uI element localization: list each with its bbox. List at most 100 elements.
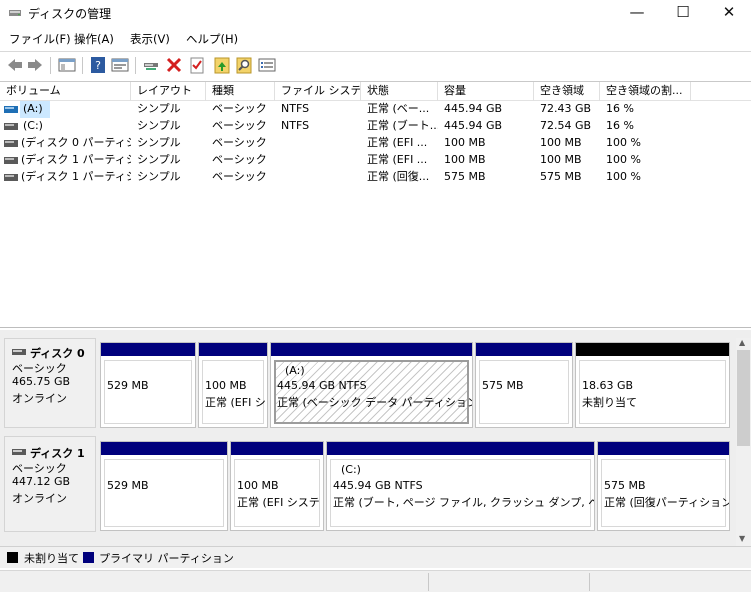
volume-icon [4, 106, 18, 113]
partition-disk0-4[interactable]: 575 MB [475, 342, 573, 428]
table-row[interactable]: (C:) シンプル ベーシック NTFS 正常 (ブート... 445.94 G… [0, 118, 751, 135]
partition-disk1-c[interactable]: (C:) 445.94 GB NTFS 正常 (ブート, ページ ファイル, ク… [326, 441, 595, 531]
disk-icon [12, 449, 26, 455]
partition-status: 正常 (回復パーティション) [604, 496, 730, 509]
partition-status: 未割り当て [582, 396, 637, 409]
scroll-up-icon[interactable]: ▲ [739, 338, 745, 347]
cell-status: 正常 (ブート... [367, 119, 438, 132]
menu-file[interactable]: ファイル(F) [9, 31, 71, 47]
svg-text:?: ? [95, 59, 101, 72]
column-type[interactable]: 種類 [206, 82, 275, 101]
title-bar: ディスクの管理 — ☐ ✕ [0, 0, 751, 26]
disk-0-name: ディスク 0 [30, 347, 85, 360]
column-free-space[interactable]: 空き領域 [534, 82, 600, 101]
table-row[interactable]: (ディスク 1 パーティシ... シンプル ベーシック 正常 (EFI ... … [0, 152, 751, 169]
partition-disk1-2[interactable]: 100 MB 正常 (EFI システ [230, 441, 324, 531]
column-layout[interactable]: レイアウト [131, 82, 206, 101]
partition-size: 445.94 GB NTFS [277, 379, 367, 392]
import-icon[interactable] [213, 56, 231, 74]
disk-1-size: 447.12 GB [12, 475, 71, 488]
disk-1-type: ベーシック [12, 462, 67, 475]
cell-capacity: 575 MB [444, 170, 486, 183]
unallocated-swatch [7, 552, 18, 563]
partition-size: 445.94 GB NTFS [333, 479, 423, 492]
partition-disk1-4[interactable]: 575 MB 正常 (回復パーティション) [597, 441, 730, 531]
minimize-button[interactable]: — [614, 0, 660, 26]
disk-graphical-view: ディスク 0 ベーシック 465.75 GB オンライン 529 MB 100 … [0, 330, 751, 546]
disk-1-name: ディスク 1 [30, 447, 85, 460]
cell-free-percent: 100 % [606, 153, 641, 166]
cell-type: ベーシック [212, 153, 267, 166]
column-free-percent[interactable]: 空き領域の割... [600, 82, 691, 101]
cell-filesystem [275, 135, 361, 152]
cell-free-space: 72.43 GB [540, 102, 592, 115]
volume-icon [4, 157, 18, 164]
cell-capacity: 100 MB [444, 136, 486, 149]
column-status[interactable]: 状態 [361, 82, 438, 101]
menu-help[interactable]: ヘルプ(H) [186, 31, 238, 47]
partition-disk0-1[interactable]: 529 MB [100, 342, 196, 428]
primary-partition-bar [598, 442, 729, 455]
back-icon[interactable] [6, 56, 24, 74]
volume-icon [4, 174, 18, 181]
cell-status: 正常 (EFI ... [367, 136, 428, 149]
partition-status: 正常 (EFI システ [237, 496, 320, 509]
column-capacity[interactable]: 容量 [438, 82, 534, 101]
scrollbar-thumb[interactable] [737, 350, 750, 446]
unallocated-space[interactable]: 18.63 GB 未割り当て [575, 342, 730, 428]
close-button[interactable]: ✕ [706, 0, 751, 26]
menu-action[interactable]: 操作(A) [74, 31, 114, 47]
cell-volume: (ディスク 1 パーティシ... [21, 153, 131, 166]
menu-bar: ファイル(F) 操作(A) 表示(V) ヘルプ(H) [0, 28, 751, 50]
maximize-button[interactable]: ☐ [660, 0, 706, 26]
checkmark-icon[interactable] [188, 56, 206, 74]
cell-layout: シンプル [137, 170, 181, 183]
list-icon[interactable] [258, 56, 276, 74]
cell-free-space: 575 MB [540, 170, 582, 183]
cell-type: ベーシック [212, 119, 267, 132]
cell-volume: (ディスク 1 パーティシ... [21, 170, 131, 183]
partition-size: 529 MB [107, 379, 149, 392]
connect-icon[interactable] [142, 56, 160, 74]
toolbar-separator [50, 57, 51, 74]
vertical-scrollbar[interactable]: ▲ ▼ [736, 338, 751, 546]
legend: 未割り当て プライマリ パーティション [0, 546, 751, 568]
primary-partition-bar [101, 343, 195, 356]
primary-swatch [83, 552, 94, 563]
console-tree-icon[interactable] [58, 56, 76, 74]
column-volume[interactable]: ボリューム [0, 82, 131, 101]
help-icon[interactable]: ? [89, 56, 107, 74]
partition-disk1-1[interactable]: 529 MB [100, 441, 228, 531]
cell-free-percent: 16 % [606, 119, 634, 132]
cell-type: ベーシック [212, 102, 267, 115]
menu-view[interactable]: 表示(V) [130, 31, 170, 47]
properties-icon[interactable] [111, 56, 129, 74]
volume-icon [4, 123, 18, 130]
primary-partition-bar [476, 343, 572, 356]
scroll-down-icon[interactable]: ▼ [739, 534, 745, 543]
table-row[interactable]: (ディスク 0 パーティシ... シンプル ベーシック 正常 (EFI ... … [0, 135, 751, 152]
search-icon[interactable] [235, 56, 253, 74]
partition-size: 18.63 GB [582, 379, 634, 392]
cell-free-space: 72.54 GB [540, 119, 592, 132]
partition-label: (A:) [285, 364, 305, 377]
partition-disk0-2[interactable]: 100 MB 正常 (EFI シ [198, 342, 268, 428]
disk-1-status: オンライン [12, 492, 67, 505]
column-filesystem[interactable]: ファイル システム [275, 82, 361, 101]
table-row[interactable]: (ディスク 1 パーティシ... シンプル ベーシック 正常 (回復... 57… [0, 169, 751, 186]
partition-disk0-a[interactable]: (A:) 445.94 GB NTFS 正常 (ベーシック データ パーティショ… [270, 342, 473, 428]
delete-icon[interactable] [165, 56, 183, 74]
forward-icon[interactable] [26, 56, 44, 74]
primary-partition-bar [271, 343, 472, 356]
disk-1-label[interactable]: ディスク 1 ベーシック 447.12 GB オンライン [4, 436, 96, 532]
cell-filesystem: NTFS [281, 119, 310, 132]
cell-layout: シンプル [137, 102, 181, 115]
cell-layout: シンプル [137, 153, 181, 166]
cell-free-percent: 16 % [606, 102, 634, 115]
table-row[interactable]: (A:) シンプル ベーシック NTFS 正常 (ベー... 445.94 GB… [0, 101, 751, 118]
disk-0-label[interactable]: ディスク 0 ベーシック 465.75 GB オンライン [4, 338, 96, 428]
toolbar-separator [82, 57, 83, 74]
cell-capacity: 445.94 GB [444, 102, 503, 115]
disk-icon [12, 349, 26, 355]
unallocated-bar [576, 343, 729, 356]
